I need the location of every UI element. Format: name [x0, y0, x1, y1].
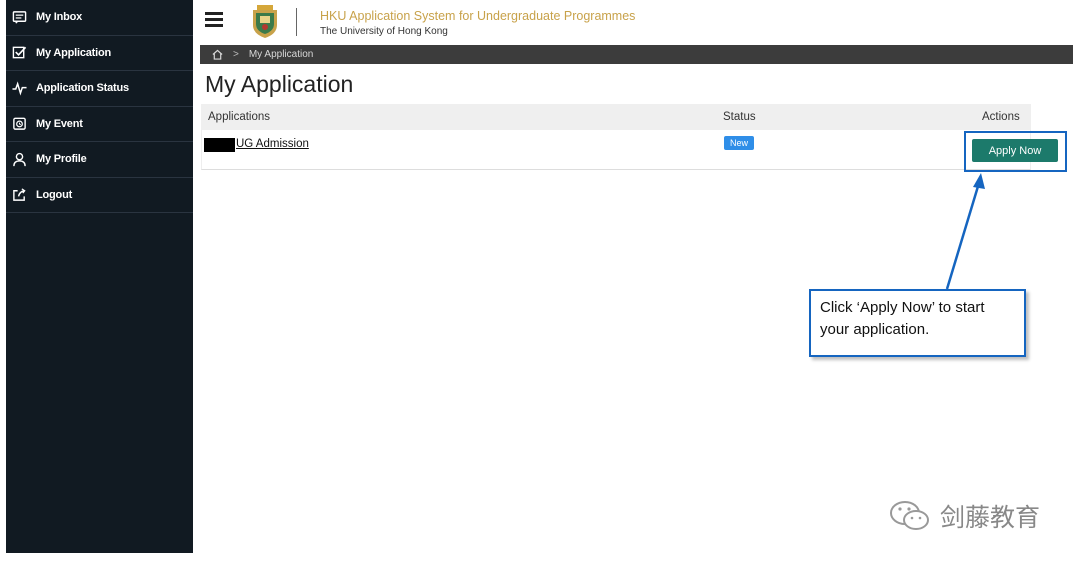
sidebar-item-my-application[interactable]: My Application — [6, 36, 193, 71]
app-title: HKU Application System for Undergraduate… — [320, 9, 636, 23]
sidebar-item-label: My Profile — [36, 153, 87, 166]
column-header-applications: Applications — [208, 111, 271, 123]
sidebar-item-logout[interactable]: Logout — [6, 178, 193, 213]
column-header-actions: Actions — [982, 111, 1020, 123]
calendar-icon — [10, 115, 28, 133]
apply-now-highlight: Apply Now — [964, 131, 1067, 172]
watermark: 剑藤教育 — [888, 498, 1040, 534]
sidebar: My Inbox My Application Application Stat… — [6, 0, 193, 553]
header-divider — [296, 8, 297, 36]
sidebar-item-application-status[interactable]: Application Status — [6, 71, 193, 107]
watermark-text: 剑藤教育 — [940, 504, 1041, 532]
redacted-block — [204, 138, 235, 152]
status-badge: New — [724, 136, 755, 150]
applications-table-header: Applications Status Actions — [201, 104, 1031, 130]
sidebar-item-inbox[interactable]: My Inbox — [6, 0, 193, 36]
application-link[interactable]: UG Admission — [236, 138, 309, 150]
callout-line-1: Click ‘Apply Now’ to start — [820, 299, 985, 316]
sidebar-item-my-event[interactable]: My Event — [6, 107, 193, 142]
page-title: My Application — [205, 71, 354, 97]
apply-now-button[interactable]: Apply Now — [972, 139, 1058, 162]
hamburger-menu-icon[interactable] — [205, 12, 223, 28]
user-icon — [10, 150, 28, 168]
inbox-icon — [10, 8, 28, 26]
sidebar-item-my-profile[interactable]: My Profile — [6, 142, 193, 178]
column-header-status: Status — [723, 111, 756, 123]
sidebar-item-label: Application Status — [36, 82, 129, 95]
logout-icon — [10, 186, 28, 204]
top-header: HKU Application System for Undergraduate… — [193, 0, 1080, 43]
breadcrumb-current: My Application — [248, 49, 314, 60]
checkbox-icon — [10, 44, 28, 62]
app-root: My Inbox My Application Application Stat… — [0, 0, 1080, 563]
university-name: The University of Hong Kong — [320, 26, 448, 37]
breadcrumb-separator: > — [233, 49, 239, 60]
sidebar-item-label: My Application — [36, 46, 112, 59]
annotation-callout: Click ‘Apply Now’ to start your applicat… — [809, 289, 1026, 357]
breadcrumb: > My Application — [200, 45, 1073, 64]
wechat-icon — [890, 501, 929, 530]
hku-crest-logo — [253, 5, 277, 38]
table-row: UG Admission New — [201, 130, 1031, 170]
home-icon[interactable] — [212, 49, 223, 60]
pulse-icon — [10, 79, 28, 97]
callout-line-2: your application. — [820, 321, 930, 338]
sidebar-item-label: Logout — [36, 188, 73, 201]
sidebar-item-label: My Inbox — [36, 11, 83, 24]
sidebar-item-label: My Event — [36, 117, 83, 130]
